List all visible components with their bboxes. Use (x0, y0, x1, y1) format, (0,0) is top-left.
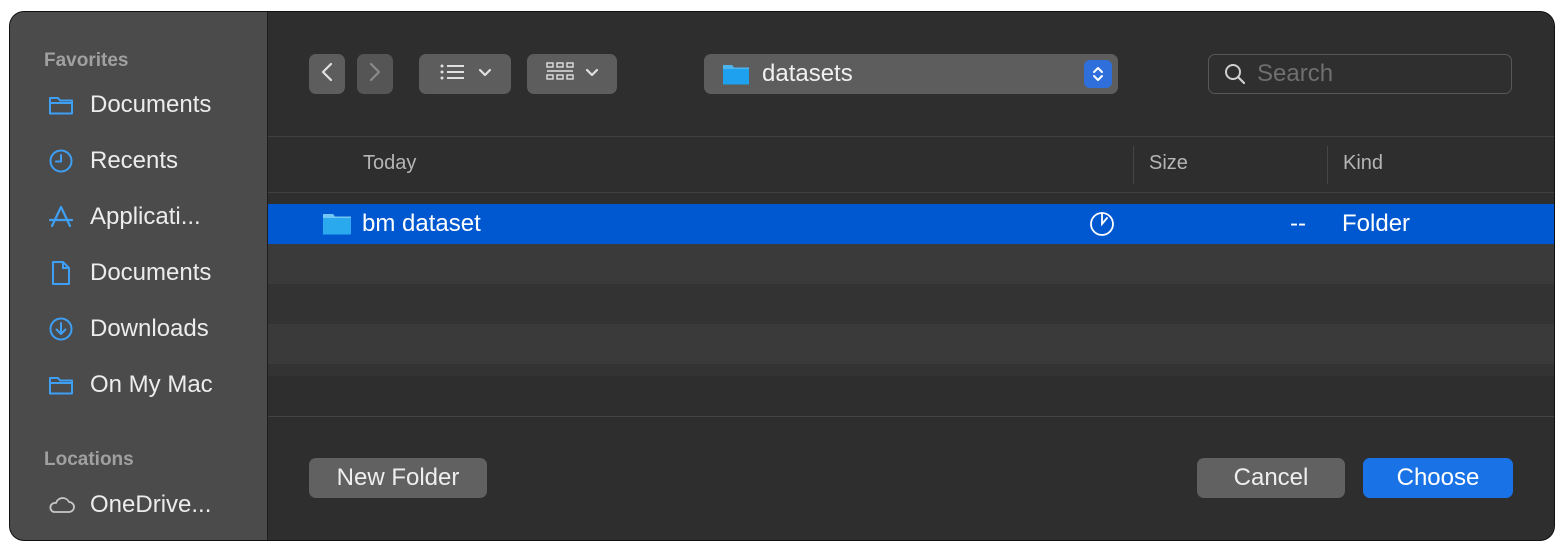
chevron-left-icon (320, 61, 334, 88)
icloud-sync-status-icon (1088, 210, 1116, 243)
empty-row (268, 284, 1554, 324)
cloud-icon (46, 490, 76, 520)
sidebar-item-label: Documents (90, 91, 212, 118)
location-popup[interactable]: datasets (704, 54, 1118, 94)
grid-view-button[interactable] (527, 54, 617, 94)
sidebar-item-documents[interactable]: Documents (46, 87, 211, 123)
empty-row (268, 244, 1554, 284)
file-kind: Folder (1342, 210, 1411, 237)
sidebar-item-label: Recents (90, 147, 179, 174)
file-row-selected[interactable]: bm dataset -- Folder (268, 204, 1554, 244)
file-name: bm dataset (362, 210, 481, 237)
file-size: -- (1290, 210, 1306, 237)
column-header-kind[interactable]: Kind (1343, 152, 1383, 175)
sidebar-item-recents[interactable]: Recents (46, 143, 178, 179)
search-field[interactable] (1208, 54, 1512, 94)
forward-button[interactable] (357, 54, 393, 94)
new-folder-button[interactable]: New Folder (309, 458, 487, 498)
sidebar-item-label: Downloads (90, 315, 209, 342)
location-label: datasets (762, 60, 853, 87)
file-list: bm dataset -- Folder (268, 204, 1554, 376)
sidebar-item-onedrive[interactable]: OneDrive... (46, 487, 211, 523)
back-button[interactable] (309, 54, 345, 94)
column-separator (1327, 146, 1328, 184)
document-icon (46, 258, 76, 288)
empty-row (268, 324, 1554, 364)
header-divider (268, 192, 1554, 193)
list-view-button[interactable] (419, 54, 511, 94)
choose-button[interactable]: Choose (1363, 458, 1513, 498)
sidebar-item-downloads[interactable]: Downloads (46, 311, 209, 347)
column-separator (1133, 146, 1134, 184)
download-icon (46, 314, 76, 344)
folder-icon (46, 370, 76, 400)
search-icon (1223, 62, 1247, 86)
sidebar-item-label: OneDrive... (90, 491, 212, 518)
clock-icon (46, 146, 76, 176)
folder-icon (46, 90, 76, 120)
empty-row (268, 364, 1554, 376)
file-chooser-dialog: Favorites Documents Recents Applicati...… (10, 12, 1554, 540)
chevron-down-icon (478, 65, 492, 83)
footer-divider (268, 416, 1554, 417)
sidebar: Favorites Documents Recents Applicati...… (10, 12, 268, 540)
sidebar-item-documents-2[interactable]: Documents (46, 255, 211, 291)
folder-icon (322, 212, 352, 241)
favorites-header: Favorites (44, 50, 129, 71)
grid-icon (545, 61, 575, 88)
applications-icon (46, 202, 76, 232)
sidebar-item-applications[interactable]: Applicati... (46, 199, 201, 235)
up-down-arrows-icon (1084, 60, 1112, 88)
sidebar-item-label: Documents (90, 259, 212, 286)
column-header-name[interactable]: Today (363, 152, 416, 175)
search-input[interactable] (1255, 59, 1499, 89)
sidebar-item-label: On My Mac (90, 371, 213, 398)
list-icon (438, 61, 468, 88)
main-pane: datasets Today Size Kind b (268, 12, 1554, 540)
chevron-right-icon (368, 61, 382, 88)
locations-header: Locations (44, 449, 134, 470)
sidebar-item-label: Applicati... (90, 203, 201, 230)
cancel-button[interactable]: Cancel (1197, 458, 1345, 498)
chevron-down-icon (585, 65, 599, 83)
toolbar-divider (268, 136, 1554, 137)
sidebar-item-on-my-mac[interactable]: On My Mac (46, 367, 213, 403)
folder-icon (722, 62, 750, 86)
column-header-size[interactable]: Size (1149, 152, 1188, 175)
